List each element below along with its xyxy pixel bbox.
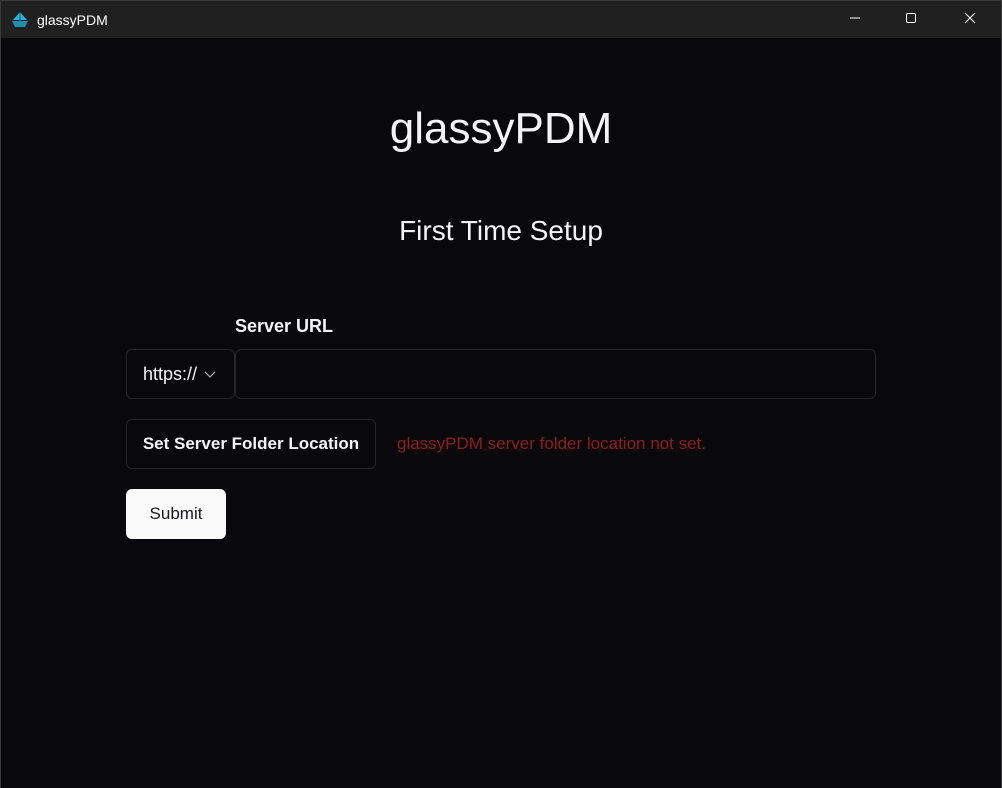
chevron-down-icon	[203, 367, 217, 381]
close-icon	[964, 11, 976, 29]
app-title: glassyPDM	[389, 104, 613, 153]
maximize-icon	[905, 11, 917, 29]
app-window: glassyPDM glassyPDM First Time Setup Ser…	[0, 0, 1002, 788]
folder-status-message: glassyPDM server folder location not set…	[397, 434, 706, 453]
setup-title: First Time Setup	[399, 215, 603, 246]
boat-icon	[10, 10, 30, 30]
protocol-select[interactable]: https://	[126, 349, 235, 399]
server-url-input[interactable]	[235, 349, 876, 399]
maximize-button[interactable]	[888, 1, 934, 38]
protocol-select-value: https://	[143, 363, 198, 384]
submit-button[interactable]: Submit	[126, 489, 226, 539]
close-button[interactable]	[947, 1, 993, 38]
minimize-icon	[849, 11, 861, 29]
title-bar[interactable]: glassyPDM	[1, 1, 1001, 38]
minimize-button[interactable]	[832, 1, 878, 38]
window-title: glassyPDM	[37, 12, 108, 28]
server-url-label: Server URL	[235, 316, 334, 336]
set-server-folder-button[interactable]: Set Server Folder Location	[126, 419, 376, 469]
setup-form: glassyPDM First Time Setup Server URL ht…	[1, 38, 1001, 788]
